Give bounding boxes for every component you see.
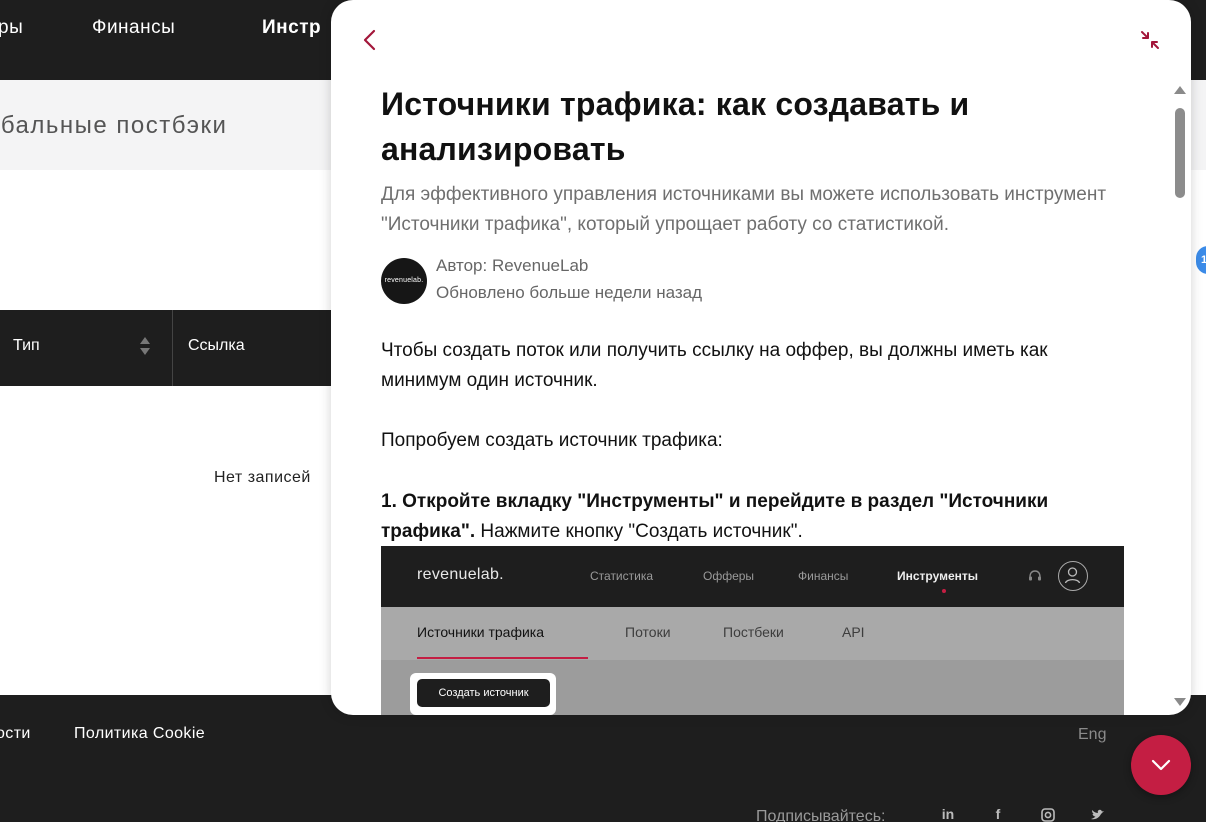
back-arrow-icon[interactable] (359, 27, 381, 53)
column-divider (172, 310, 173, 386)
footer-link-privacy[interactable]: ости (0, 725, 31, 743)
article-step-1: 1. Откройте вкладку "Инструменты" и пере… (381, 487, 1126, 547)
screenshot-tab-underline (417, 657, 588, 659)
article-screenshot: revenuelab. Статистика Офферы Финансы Ин… (381, 546, 1124, 715)
scroll-thumb[interactable] (1175, 108, 1185, 198)
screenshot-nav-item: Статистика (590, 569, 654, 583)
screenshot-logo: revenuelab. (417, 566, 504, 583)
author-info: revenuelab. Автор: RevenueLab Обновлено … (381, 256, 981, 306)
author-avatar: revenuelab. (381, 258, 427, 304)
nav-item-finance[interactable]: Финансы (92, 17, 175, 39)
scroll-up-arrow[interactable] (1174, 86, 1186, 94)
table-header (0, 310, 340, 386)
article-paragraph: Чтобы создать поток или получить ссылку … (381, 340, 1048, 391)
linkedin-icon[interactable]: in (939, 806, 957, 822)
article-title: Источники трафика: как создавать и анали… (381, 86, 970, 167)
user-icon (1058, 561, 1088, 591)
step-1-text: Нажмите кнопку "Создать источник". (475, 521, 803, 542)
screenshot-active-dot (942, 589, 946, 593)
screenshot-tab-active: Источники трафика (417, 624, 545, 640)
author-name: Автор: RevenueLab (436, 256, 589, 275)
screenshot-nav-item-active: Инструменты (897, 569, 979, 583)
help-article-modal: Источники трафика: как создавать и анали… (331, 0, 1191, 715)
language-switch[interactable]: Eng (1078, 726, 1106, 744)
page-title: обальные постбэки (0, 112, 228, 139)
scroll-down-arrow[interactable] (1174, 698, 1186, 706)
screenshot-nav-item: Финансы (798, 569, 849, 583)
empty-state-text: Нет записей (214, 469, 311, 486)
updated-time: Обновлено больше недели назад (436, 283, 703, 302)
instagram-icon[interactable] (1039, 806, 1057, 822)
headset-icon (1029, 570, 1041, 581)
screenshot-nav-item: Офферы (703, 569, 755, 583)
subscribe-label: Подписывайтесь: (756, 808, 886, 822)
nav-item-tools[interactable]: Инстр (262, 17, 321, 39)
column-link: Ссылка (188, 337, 245, 354)
scroll-down-button[interactable] (1131, 735, 1191, 795)
sort-icon[interactable] (139, 335, 151, 357)
screenshot-tab: API (842, 624, 865, 640)
column-type[interactable]: Тип (13, 337, 40, 355)
modal-scrollbar[interactable] (1173, 86, 1187, 706)
screenshot-tab: Потоки (625, 624, 671, 640)
side-badge[interactable]: 1 (1196, 246, 1206, 274)
twitter-icon[interactable] (1089, 806, 1107, 822)
screenshot-tab: Постбеки (723, 624, 784, 640)
screenshot-create-source-button: Создать источник (417, 679, 550, 707)
article-subtitle: Для эффективного управления источниками … (381, 184, 1107, 235)
chevron-down-icon (1151, 759, 1171, 771)
article-paragraph: Попробуем создать источник трафика: (381, 430, 723, 451)
nav-item-offers[interactable]: ры (0, 17, 23, 39)
footer-link-cookie[interactable]: Политика Cookie (74, 725, 205, 743)
collapse-icon[interactable] (1139, 29, 1161, 51)
facebook-icon[interactable]: f (989, 806, 1007, 822)
article-content: Источники трафика: как создавать и анали… (381, 82, 1126, 542)
